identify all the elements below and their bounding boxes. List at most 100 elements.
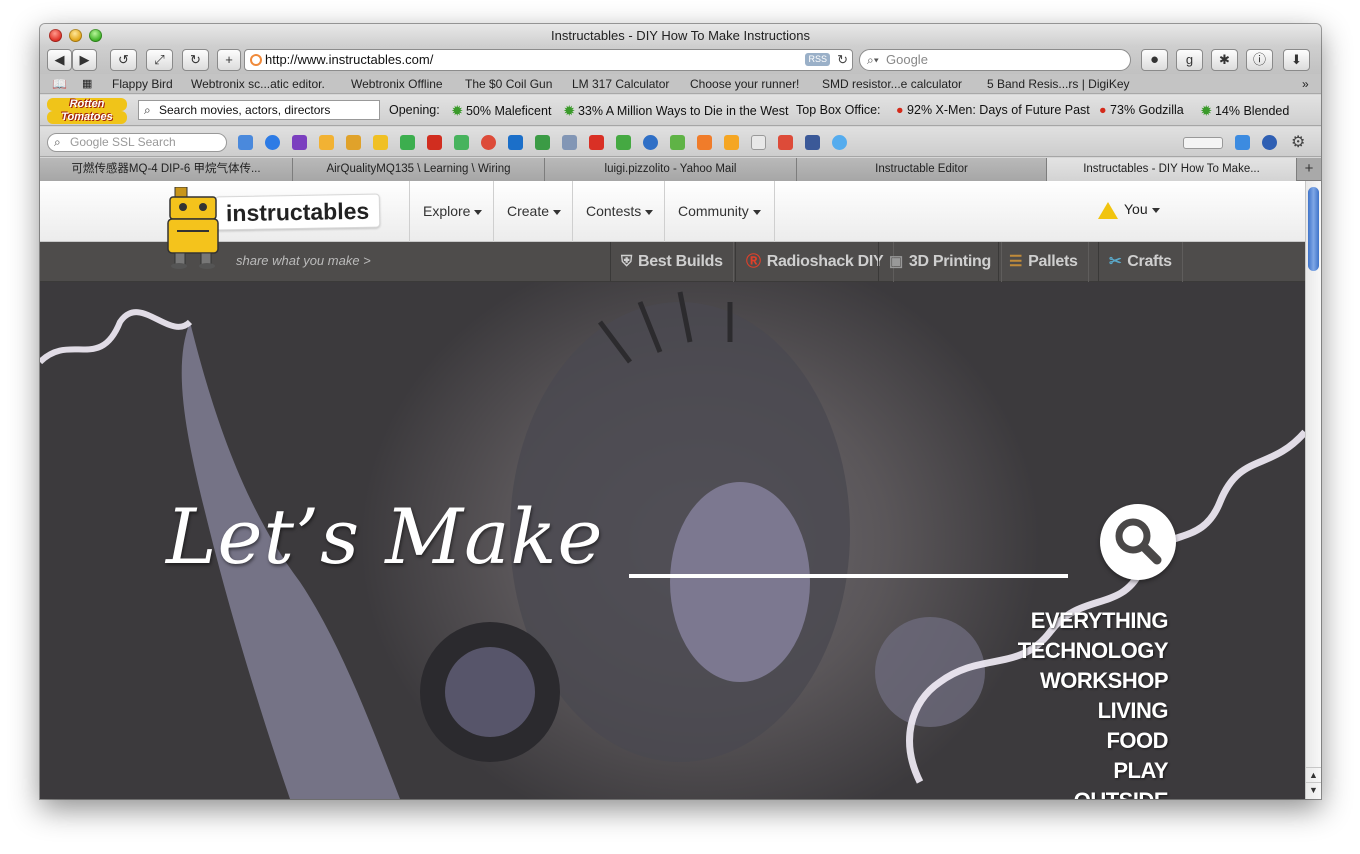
vertical-scrollbar[interactable]: ▲ ▼	[1305, 181, 1321, 799]
facebook-icon[interactable]	[805, 135, 820, 150]
contacts-icon[interactable]	[562, 135, 577, 150]
tab[interactable]: Instructable Editor	[797, 158, 1047, 181]
title-bar: Instructables - DIY How To Make Instruct…	[40, 24, 1321, 46]
rt-search-input[interactable]: ⌕ Search movies, actors, directors	[138, 100, 380, 120]
rt-movie-link[interactable]: ✹ 50% Maleficent	[452, 103, 551, 118]
gear-icon[interactable]: ⚙	[1291, 132, 1306, 151]
refresh-icon[interactable]: ↻	[837, 50, 848, 70]
rss-button[interactable]: RSS	[805, 53, 830, 66]
channel-crafts[interactable]: ✂ Crafts	[1098, 242, 1183, 282]
channel-radioshack[interactable]: Ⓡ Radioshack DIY	[735, 242, 895, 282]
youtube-icon[interactable]	[427, 135, 442, 150]
rt-movie-link[interactable]: ✹ 14% Blended	[1201, 103, 1289, 118]
channel-3d-printing[interactable]: ▣ 3D Printing	[878, 242, 1002, 282]
hotels-icon[interactable]	[373, 135, 388, 150]
google-plus-icon[interactable]	[778, 135, 793, 150]
history-icon[interactable]: ↺	[110, 49, 137, 71]
nav-explore[interactable]: Explore	[409, 181, 495, 242]
extension-dark-icon[interactable]: ●	[1141, 49, 1168, 71]
category-outside[interactable]: OUTSIDE	[1018, 786, 1169, 799]
bookmark-item[interactable]: SMD resistor...e calculator	[822, 77, 962, 91]
user-menu[interactable]: You	[1098, 201, 1160, 219]
add-tab-button[interactable]: +	[1297, 158, 1321, 181]
google-translate-icon[interactable]: g	[1176, 49, 1203, 71]
rt-search-placeholder: Search movies, actors, directors	[159, 103, 331, 117]
scroll-thumb[interactable]	[1308, 187, 1319, 271]
address-bar[interactable]: http://www.instructables.com/ RSS ↻	[244, 49, 853, 71]
reader-icon[interactable]	[670, 135, 685, 150]
rt-logo-line1: Rotten	[47, 98, 127, 111]
splat-icon: ✹	[1201, 104, 1212, 118]
channel-best-builds[interactable]: ⛨ Best Builds	[610, 242, 734, 282]
bookmark-item[interactable]: 5 Band Resis...rs | DigiKey	[987, 77, 1130, 91]
hero-search-button[interactable]	[1100, 504, 1176, 580]
reload-button[interactable]: ↻	[182, 49, 209, 71]
bug-icon[interactable]: ✱	[1211, 49, 1238, 71]
translate-icon[interactable]	[1235, 135, 1250, 150]
robot-logo-icon[interactable]	[165, 187, 223, 269]
hero-search-input[interactable]	[629, 574, 1068, 578]
back-button[interactable]: ◀	[47, 49, 72, 71]
forward-button[interactable]: ▶	[72, 49, 97, 71]
rt-movie-link[interactable]: ✹ 33% A Million Ways to Die in the West	[564, 103, 788, 118]
nav-community[interactable]: Community	[664, 181, 775, 242]
category-living[interactable]: LIVING	[1018, 696, 1169, 726]
chrome-icon[interactable]	[481, 135, 496, 150]
category-workshop[interactable]: WORKSHOP	[1018, 666, 1169, 696]
rt-movie-link[interactable]: ● 92% X-Men: Days of Future Past	[896, 103, 1090, 117]
new-tab-button[interactable]: +	[217, 49, 241, 71]
blank-icon[interactable]	[751, 135, 766, 150]
more-bookmarks-icon[interactable]: »	[1302, 77, 1309, 91]
settings-g-icon[interactable]	[1262, 135, 1277, 150]
rt-box-office-label: Top Box Office:	[796, 103, 881, 117]
bookmark-item[interactable]: Webtronix Offline	[351, 77, 443, 91]
channel-bar: share what you make > ⛨ Best Builds Ⓡ Radi…	[40, 242, 1305, 282]
sheets-icon[interactable]	[400, 135, 415, 150]
tab-active[interactable]: Instructables - DIY How To Make...	[1047, 158, 1297, 181]
picasa-icon[interactable]	[319, 135, 334, 150]
rt-movie-link[interactable]: ● 73% Godzilla	[1099, 103, 1184, 117]
category-play[interactable]: PLAY	[1018, 756, 1168, 786]
bookmark-item[interactable]: The $0 Coil Gun	[465, 77, 552, 91]
tab[interactable]: AirQualityMQ135 \ Learning \ Wiring	[293, 158, 545, 181]
scroll-down-arrow-icon[interactable]: ▼	[1306, 782, 1321, 797]
bookmark-item[interactable]: Webtronix sc...atic editor.	[191, 77, 325, 91]
twitter-icon[interactable]	[832, 135, 847, 150]
rotten-tomatoes-logo[interactable]: Rotten Tomatoes	[47, 98, 127, 124]
nav-contests[interactable]: Contests	[572, 181, 666, 242]
category-food[interactable]: FOOD	[1018, 726, 1168, 756]
gmail-icon[interactable]	[589, 135, 604, 150]
drive-icon[interactable]	[535, 135, 550, 150]
bookmark-icon[interactable]	[724, 135, 739, 150]
tagline-link[interactable]: share what you make >	[236, 253, 371, 268]
voice-icon[interactable]	[643, 135, 658, 150]
info-icon[interactable]: ⓘ	[1246, 49, 1273, 71]
category-everything[interactable]: EVERYTHING	[1018, 606, 1169, 636]
top-sites-icon[interactable]: ▦	[82, 77, 92, 90]
tasks-icon[interactable]	[616, 135, 631, 150]
bookmark-item[interactable]: Choose your runner!	[690, 77, 799, 91]
scroll-up-arrow-icon[interactable]: ▲	[1306, 767, 1321, 782]
google-icon[interactable]	[238, 135, 253, 150]
bookmark-item[interactable]: Flappy Bird	[112, 77, 173, 91]
site-logo-text[interactable]: instructables	[214, 193, 381, 231]
category-technology[interactable]: TECHNOLOGY	[1018, 636, 1169, 666]
channel-pallets[interactable]: ☰ Pallets	[998, 242, 1089, 282]
notebook-icon[interactable]	[346, 135, 361, 150]
google-ssl-search-input[interactable]: ⌕ Google SSL Search	[47, 133, 227, 152]
google-circles-icon[interactable]	[265, 135, 280, 150]
download-icon[interactable]: ⬇	[1283, 49, 1310, 71]
web-search-input[interactable]: ⌕▾ Google	[859, 49, 1131, 71]
nav-create[interactable]: Create	[493, 181, 574, 242]
pagerank-icon[interactable]	[1183, 137, 1223, 149]
play-store-icon[interactable]	[454, 135, 469, 150]
blogger-icon[interactable]	[697, 135, 712, 150]
fullscreen-icon[interactable]: ⤢	[146, 49, 173, 71]
reading-list-icon[interactable]: 📖	[52, 77, 67, 91]
calendar-icon[interactable]	[292, 135, 307, 150]
tab[interactable]: luigi.pizzolito - Yahoo Mail	[545, 158, 797, 181]
tab[interactable]: 可燃传感器MQ-4 DIP-6 甲烷气体传...	[40, 158, 293, 181]
calendar-01-icon[interactable]	[508, 135, 523, 150]
web-page: instructables Explore Create Contests Co…	[40, 181, 1305, 799]
bookmark-item[interactable]: LM 317 Calculator	[572, 77, 669, 91]
